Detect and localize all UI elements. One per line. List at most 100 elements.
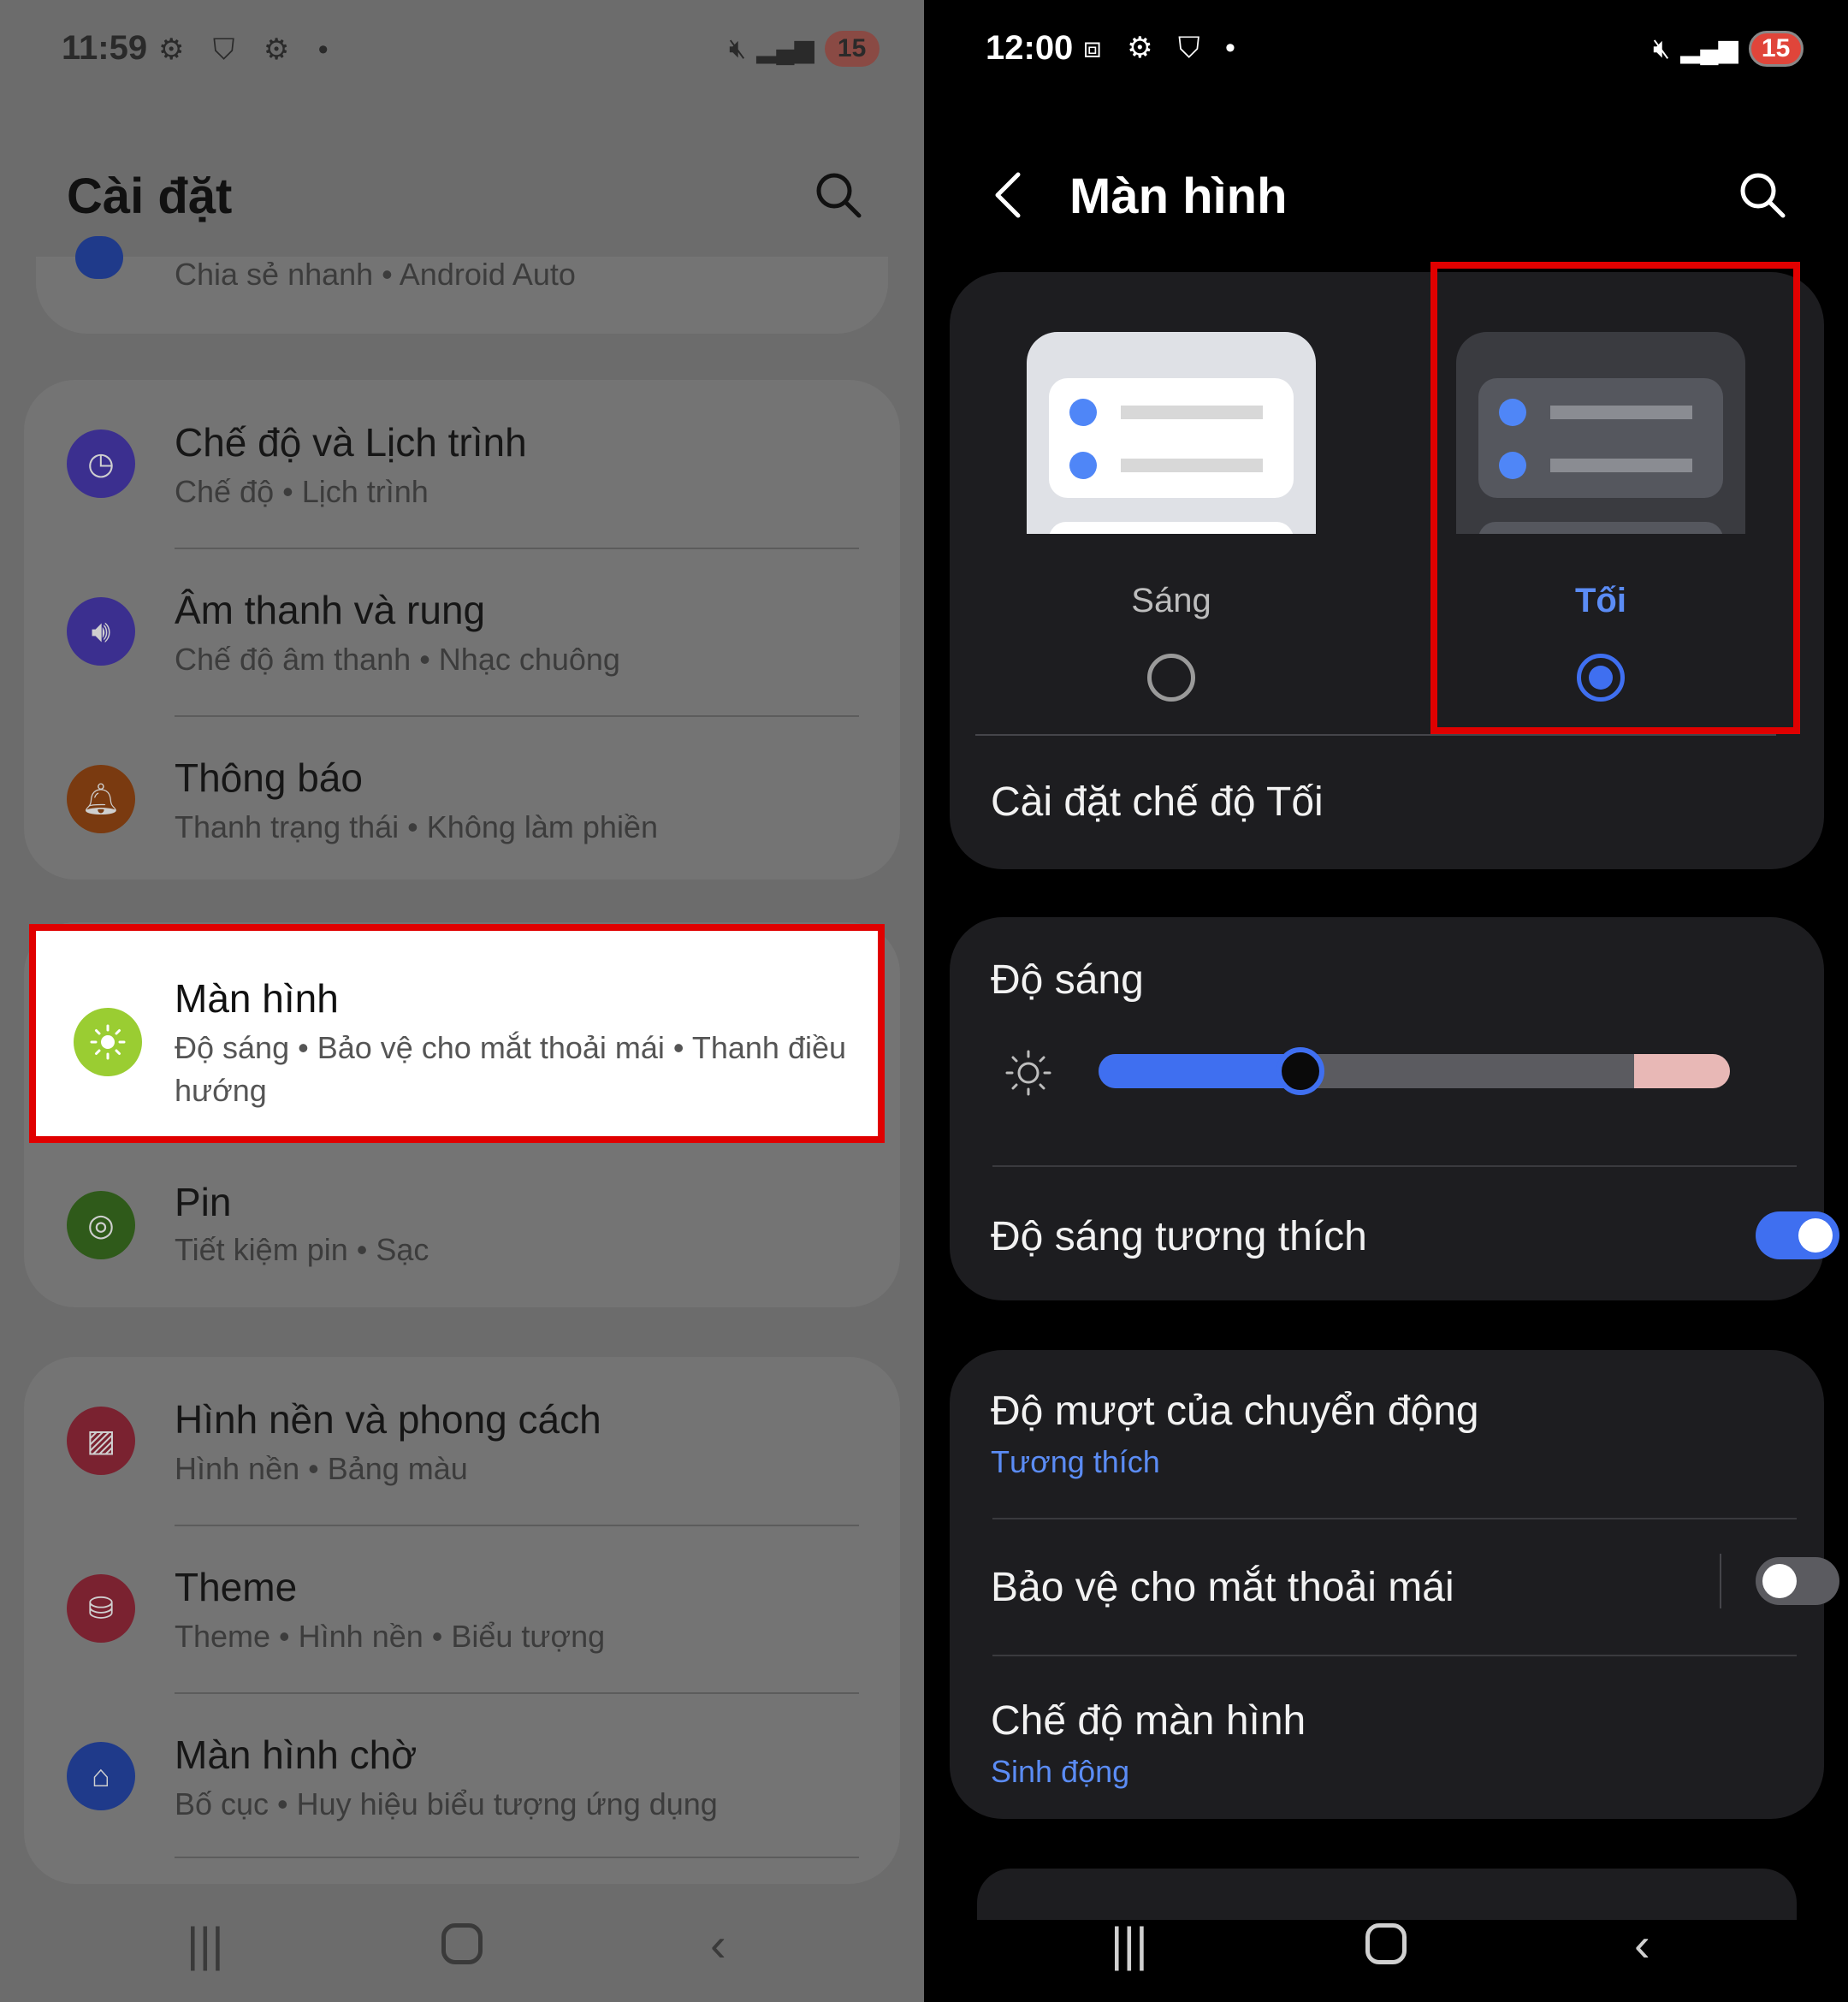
partial-card: Chia sẻ nhanh • Android Auto: [36, 236, 888, 334]
item-title: Màn hình chờ: [175, 1732, 418, 1777]
divider: [992, 1165, 1797, 1167]
brightness-sun-icon: [1005, 1050, 1051, 1096]
preview-card: [1049, 522, 1294, 534]
search-icon[interactable]: [813, 169, 862, 219]
signal-icon: ▂▄▆: [1680, 34, 1738, 63]
light-mode-radio[interactable]: [1147, 654, 1195, 702]
bell-icon: 🔔︎: [67, 765, 135, 833]
home-button[interactable]: [1365, 1923, 1407, 1964]
status-icons: ⧈ ⚙ ⛉ •: [1083, 32, 1244, 64]
item-sub: Độ sáng • Bảo vệ cho mắt thoải mái • Tha…: [175, 1030, 847, 1108]
adaptive-brightness-toggle[interactable]: [1756, 1211, 1839, 1259]
list-item-notifications[interactable]: 🔔︎ Thông báo Thanh trạng thái • Không là…: [24, 715, 900, 880]
motion-smoothness-item[interactable]: Độ mượt của chuyển động Tương thích: [950, 1350, 1824, 1518]
mute-icon: 🔇︎: [1653, 33, 1671, 63]
item-sub: Tiết kiệm pin • Sạc: [175, 1232, 429, 1267]
next-card-peek: [977, 1869, 1797, 1920]
recents-button[interactable]: |||: [187, 1916, 224, 1972]
item-title: Hình nền và phong cách: [175, 1397, 601, 1442]
item-title: Chế độ và Lịch trình: [175, 420, 527, 465]
mute-icon: 🔇︎: [729, 33, 747, 63]
list-item-display-highlighted[interactable]: Màn hình Độ sáng • Bảo vệ cho mắt thoải …: [29, 924, 885, 1143]
preview-bar: [1121, 459, 1263, 472]
item-title: Độ mượt của chuyển động: [991, 1389, 1479, 1434]
brightness-high-zone: [1634, 1054, 1730, 1088]
brightness-thumb[interactable]: [1276, 1047, 1324, 1095]
item-sub: Thanh trạng thái • Không làm phiền: [175, 809, 658, 844]
home-nav-icon: [441, 1923, 483, 1964]
dark-mode-settings-item[interactable]: Cài đặt chế độ Tối: [991, 779, 1324, 826]
toggle-knob: [1798, 1218, 1833, 1253]
status-icons: ⚙ ⛉ ⚙ •: [158, 33, 339, 66]
preview-dot: [1069, 452, 1097, 479]
list-item-sound[interactable]: 🔊︎ Âm thanh và rung Chế độ âm thanh • Nh…: [24, 548, 900, 715]
wallpaper-icon: ▨: [67, 1407, 135, 1475]
item-title: Theme: [175, 1565, 298, 1609]
item-value: Tương thích: [991, 1444, 1160, 1479]
preview-dot: [1069, 399, 1097, 426]
item-title: Màn hình: [175, 976, 339, 1021]
signal-icon: ▂▄▆: [756, 34, 814, 63]
toggle-knob: [1762, 1564, 1797, 1598]
eye-comfort-item[interactable]: Bảo vệ cho mắt thoải mái: [950, 1518, 1839, 1655]
volume-icon: 🔊︎: [67, 597, 135, 666]
list-item-battery[interactable]: ◎ Pin Tiết kiệm pin • Sạc: [24, 1141, 900, 1307]
list-item-modes[interactable]: ◷ Chế độ và Lịch trình Chế độ • Lịch trì…: [24, 380, 900, 548]
share-icon: [75, 236, 123, 279]
brightness-label: Độ sáng: [991, 957, 1144, 1003]
status-right: 🔇︎ ▂▄▆ 15: [1653, 31, 1804, 67]
theme-icon: ⛁: [67, 1574, 135, 1643]
home-button[interactable]: [441, 1923, 483, 1964]
preview-card: [1049, 378, 1294, 498]
divider: [175, 1857, 859, 1858]
light-preview: [1027, 332, 1316, 534]
battery-badge: 15: [824, 31, 880, 67]
status-time: 12:00: [986, 29, 1074, 67]
brightness-slider[interactable]: [1099, 1054, 1730, 1088]
item-sub: Chế độ âm thanh • Nhạc chuông: [175, 642, 620, 677]
item-sub: Theme • Hình nền • Biểu tượng: [175, 1619, 606, 1654]
list-item-wallpaper[interactable]: ▨ Hình nền và phong cách Hình nền • Bảng…: [24, 1357, 900, 1525]
screen-mode-item[interactable]: Chế độ màn hình Sinh động: [950, 1655, 1824, 1819]
brightness-fill: [1099, 1054, 1300, 1088]
home-icon: ⌂: [67, 1742, 135, 1810]
item-title: Bảo vệ cho mắt thoải mái: [991, 1565, 1454, 1610]
back-arrow-icon[interactable]: [991, 169, 1025, 221]
settings-group-3: ▨ Hình nền và phong cách Hình nền • Bảng…: [24, 1357, 900, 1884]
brightness-card: Độ sáng Độ sáng tương thích: [950, 917, 1839, 1300]
item-title: Chế độ màn hình: [991, 1698, 1306, 1744]
modes-icon: ◷: [67, 429, 135, 498]
battery-badge: 15: [1748, 31, 1804, 67]
item-sub: Bố cục • Huy hiệu biểu tượng ứng dụng: [175, 1786, 718, 1821]
recents-button[interactable]: |||: [1111, 1916, 1148, 1972]
back-button[interactable]: ‹: [1634, 1916, 1650, 1972]
sun-icon: [74, 1008, 142, 1076]
item-title: Âm thanh và rung: [175, 588, 486, 632]
list-item-home-screen[interactable]: ⌂ Màn hình chờ Bố cục • Huy hiệu biểu tư…: [24, 1692, 900, 1860]
list-item-theme[interactable]: ⛁ Theme Theme • Hình nền • Biểu tượng: [24, 1525, 900, 1692]
battery-icon: ◎: [67, 1191, 135, 1259]
adaptive-brightness-label: Độ sáng tương thích: [991, 1214, 1367, 1259]
divider: [975, 734, 1776, 736]
item-sub: Chế độ • Lịch trình: [175, 474, 429, 509]
partial-item-sub: Chia sẻ nhanh • Android Auto: [175, 257, 576, 292]
search-icon[interactable]: [1737, 169, 1786, 219]
page-title: Cài đặt: [67, 169, 233, 224]
item-title: Thông báo: [175, 755, 363, 800]
display-screen: 12:00 ⧈ ⚙ ⛉ • 🔇︎ ▂▄▆ 15 Màn hình Sáng Tố…: [924, 0, 1848, 2002]
preview-bar: [1121, 406, 1263, 419]
back-button[interactable]: ‹: [710, 1916, 726, 1972]
item-title: Pin: [175, 1180, 232, 1224]
separator: [1720, 1554, 1721, 1608]
home-nav-icon: [1365, 1923, 1407, 1964]
light-mode-label: Sáng: [1131, 582, 1211, 619]
status-right: 🔇︎ ▂▄▆ 15: [729, 31, 880, 67]
settings-group-1: ◷ Chế độ và Lịch trình Chế độ • Lịch trì…: [24, 380, 900, 880]
item-value: Sinh động: [991, 1754, 1130, 1789]
page-title: Màn hình: [1069, 169, 1288, 224]
dark-mode-highlight: [1430, 262, 1800, 734]
status-time: 11:59: [62, 29, 148, 67]
display-options-card: Độ mượt của chuyển động Tương thích Bảo …: [950, 1350, 1839, 1819]
eye-comfort-toggle[interactable]: [1756, 1557, 1839, 1605]
item-sub: Hình nền • Bảng màu: [175, 1451, 468, 1486]
